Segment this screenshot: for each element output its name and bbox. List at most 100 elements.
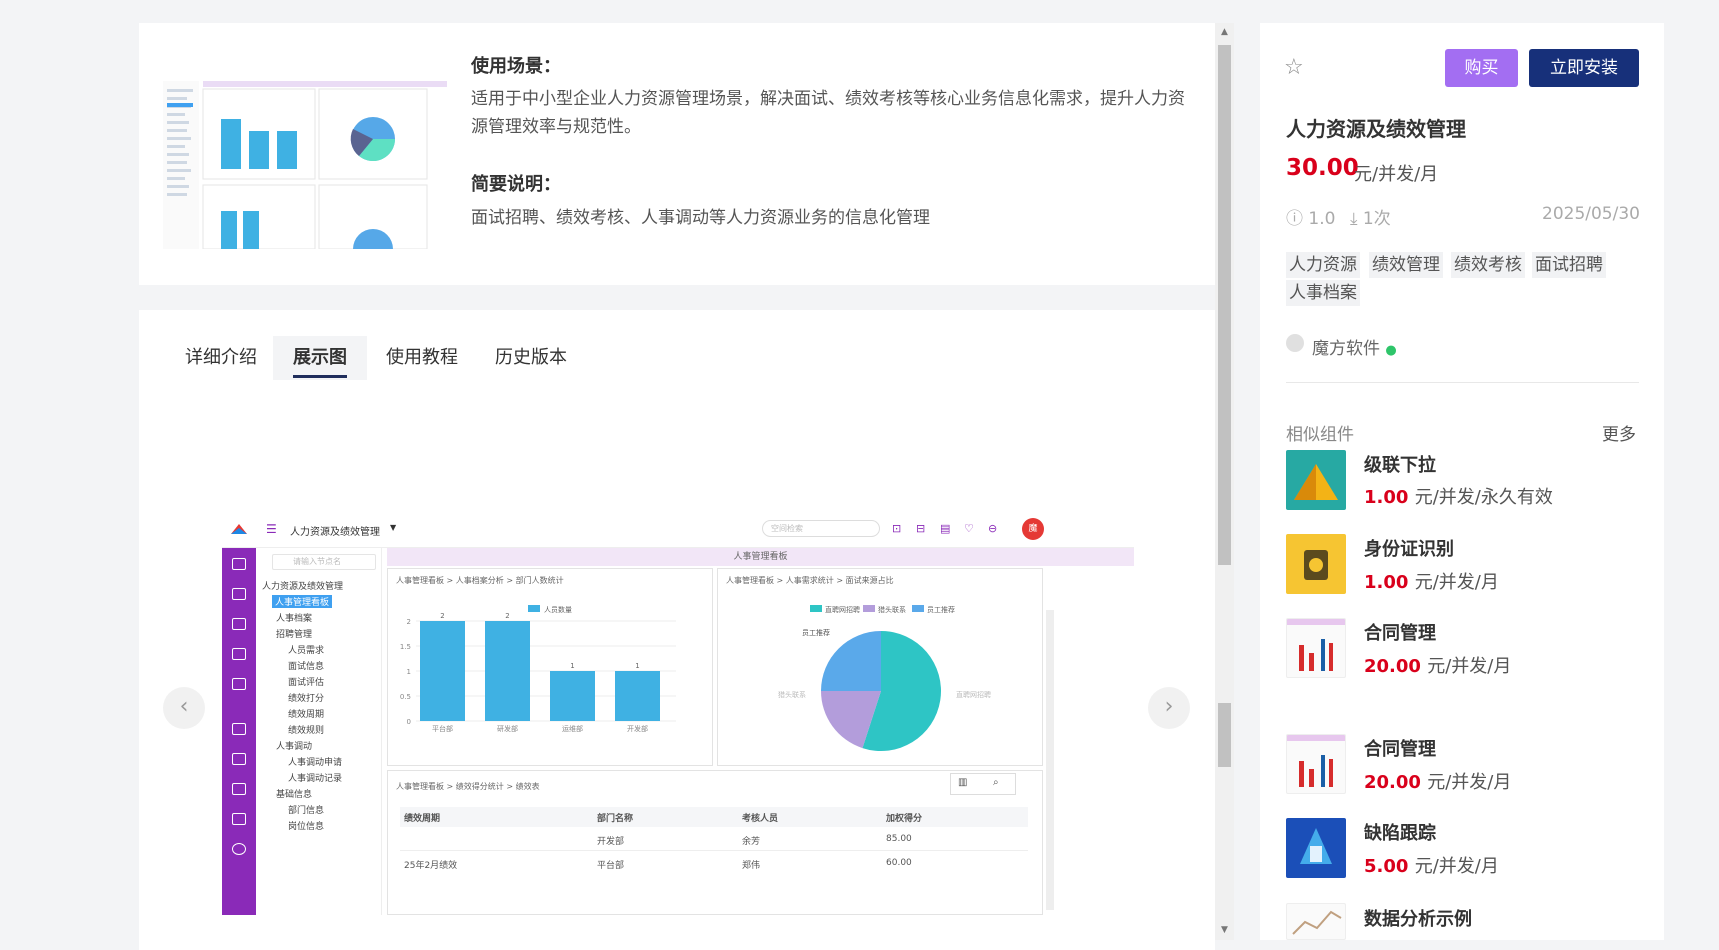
app-title-dropdown-icon[interactable]: ▼ bbox=[390, 523, 396, 532]
similar-item-name[interactable]: 合同管理 bbox=[1364, 619, 1436, 645]
tab-screenshots[interactable]: 展示图 bbox=[273, 336, 367, 380]
more-link[interactable]: 更多 bbox=[1602, 420, 1636, 445]
similar-item-thumb[interactable] bbox=[1286, 618, 1346, 678]
app-tree-panel: 请输入节点名 人力资源及绩效管理 人事管理看板 人事档案 招聘管理 人员需求 面… bbox=[256, 548, 382, 915]
favorite-star-icon[interactable]: ☆ bbox=[1284, 55, 1304, 80]
tree-node[interactable]: 人事调动申请 bbox=[288, 755, 342, 768]
header-tool-icon-2[interactable]: ⊟ bbox=[916, 522, 925, 535]
tree-node[interactable]: 基础信息 bbox=[276, 787, 312, 800]
legend-swatch bbox=[863, 605, 875, 612]
price-value: 5.00 bbox=[1364, 856, 1409, 877]
tree-node[interactable]: 部门信息 bbox=[288, 803, 324, 816]
pie-slice[interactable] bbox=[821, 631, 881, 691]
table-header-cell: 绩效周期 bbox=[404, 814, 441, 824]
product-thumbnail[interactable] bbox=[163, 81, 447, 269]
tab-history[interactable]: 历史版本 bbox=[475, 336, 587, 380]
similar-item-thumb[interactable] bbox=[1286, 534, 1346, 594]
carousel-next-button[interactable]: › bbox=[1148, 687, 1190, 729]
install-button[interactable]: 立即安装 bbox=[1529, 49, 1639, 87]
price-value: 20.00 bbox=[1364, 656, 1421, 677]
tag[interactable]: 面试招聘 bbox=[1532, 252, 1606, 278]
bar-value-label: 2 bbox=[505, 612, 509, 620]
similar-item-name[interactable]: 级联下拉 bbox=[1364, 451, 1436, 477]
table-cell: 平台部 bbox=[597, 861, 625, 871]
vendor-name[interactable]: 魔方软件 ● bbox=[1312, 334, 1397, 359]
tag[interactable]: 人事档案 bbox=[1286, 280, 1360, 306]
bar[interactable] bbox=[615, 671, 660, 721]
search-icon[interactable]: ⌕ bbox=[993, 777, 999, 788]
similar-item-thumb[interactable] bbox=[1286, 734, 1346, 794]
rail-clipboard-icon[interactable] bbox=[232, 618, 246, 630]
legend-label: 猎头联系 bbox=[878, 605, 906, 614]
similar-item-thumb[interactable] bbox=[1286, 903, 1346, 940]
tree-node[interactable]: 面试评估 bbox=[288, 675, 324, 688]
header-tool-icon-3[interactable]: ▤ bbox=[940, 522, 950, 535]
divider bbox=[1286, 382, 1639, 383]
tree-node[interactable]: 人力资源及绩效管理 bbox=[262, 579, 343, 592]
overview-card: 使用场景： 适用于中小型企业人力资源管理场景，解决面试、绩效考核等核心业务信息化… bbox=[139, 23, 1215, 285]
buy-button[interactable]: 购买 bbox=[1445, 49, 1518, 87]
similar-item-name[interactable]: 身份证识别 bbox=[1364, 535, 1454, 561]
product-price-unit: 元/并发/月 bbox=[1354, 164, 1439, 185]
rail-home-icon[interactable] bbox=[232, 558, 246, 570]
main-scrollbar-thumb[interactable] bbox=[1218, 45, 1231, 565]
y-tick-label: 0 bbox=[407, 718, 411, 726]
similar-item-price: 1.00 元/并发/永久有效 bbox=[1364, 483, 1553, 509]
app-scrollbar[interactable] bbox=[1046, 610, 1054, 910]
bar[interactable] bbox=[550, 671, 595, 721]
header-tool-icon-1[interactable]: ⊡ bbox=[892, 522, 901, 535]
tree-node[interactable]: 人事调动记录 bbox=[288, 771, 342, 784]
tree-node[interactable]: 面试信息 bbox=[288, 659, 324, 672]
rail-share-icon[interactable] bbox=[232, 813, 246, 825]
rail-flow-icon[interactable] bbox=[232, 678, 246, 690]
tag[interactable]: 绩效管理 bbox=[1369, 252, 1443, 278]
tree-node[interactable]: 绩效周期 bbox=[288, 707, 324, 720]
tree-node[interactable]: 绩效打分 bbox=[288, 691, 324, 704]
table-cell: 郑伟 bbox=[742, 861, 761, 871]
header-tool-icon-5[interactable]: ⊖ bbox=[988, 522, 997, 535]
tag[interactable]: 人力资源 bbox=[1286, 252, 1360, 278]
bar[interactable] bbox=[485, 621, 530, 721]
table-panel-breadcrumb: 人事管理看板 > 绩效得分统计 > 绩效表 bbox=[396, 782, 540, 791]
similar-item-name[interactable]: 合同管理 bbox=[1364, 735, 1436, 761]
rail-settings-icon[interactable] bbox=[232, 843, 246, 855]
tree-node[interactable]: 绩效规则 bbox=[288, 723, 324, 736]
table-row[interactable]: 25年2月绩效 平台部 郑伟 60.00 bbox=[400, 853, 1028, 875]
scroll-up-arrow[interactable]: ▲ bbox=[1218, 27, 1231, 39]
chart-view-icon[interactable]: ▥ bbox=[958, 777, 967, 788]
tree-node[interactable]: 人事调动 bbox=[276, 739, 312, 752]
table-header-cell: 加权得分 bbox=[886, 814, 923, 824]
tree-node[interactable]: 人员需求 bbox=[288, 643, 324, 656]
similar-item-name[interactable]: 数据分析示例 bbox=[1364, 905, 1472, 931]
tree-node[interactable]: 人事档案 bbox=[276, 611, 312, 624]
tag[interactable]: 绩效考核 bbox=[1451, 252, 1525, 278]
app-logo-icon bbox=[231, 524, 247, 534]
rail-screen-icon[interactable] bbox=[232, 783, 246, 795]
carousel-prev-button[interactable]: ‹ bbox=[163, 687, 205, 729]
brief-text: 面试招聘、绩效考核、人事调动等人力资源业务的信息化管理 bbox=[471, 208, 930, 228]
similar-item-name[interactable]: 缺陷跟踪 bbox=[1364, 819, 1436, 845]
scroll-down-arrow[interactable]: ▼ bbox=[1218, 925, 1231, 937]
rail-store-icon[interactable] bbox=[232, 723, 246, 735]
similar-item-thumb[interactable] bbox=[1286, 450, 1346, 510]
header-tool-icon-4[interactable]: ♡ bbox=[964, 522, 974, 535]
tab-details[interactable]: 详细介绍 bbox=[165, 336, 277, 380]
similar-item-thumb[interactable] bbox=[1286, 818, 1346, 878]
global-search-input[interactable]: 空间检索 bbox=[762, 520, 880, 537]
pie-chart-panel: 人事管理看板 > 人事需求统计 > 面试来源占比 直聘网招聘 猎头联系 员工推荐 员工… bbox=[717, 568, 1043, 766]
user-avatar[interactable]: 魔 bbox=[1022, 518, 1044, 540]
bar-value-label: 2 bbox=[440, 612, 444, 620]
tree-node-selected[interactable]: 人事管理看板 bbox=[272, 595, 333, 608]
bar[interactable] bbox=[420, 621, 465, 721]
menu-toggle-icon[interactable]: ☰ bbox=[266, 522, 277, 536]
rail-inbox-icon[interactable] bbox=[232, 588, 246, 600]
pie-label: 直聘网招聘 bbox=[956, 690, 991, 699]
table-row[interactable]: 开发部 余芳 85.00 bbox=[400, 829, 1028, 851]
tab-tutorial[interactable]: 使用教程 bbox=[366, 336, 478, 380]
tree-node[interactable]: 岗位信息 bbox=[288, 819, 324, 832]
rail-doc-icon[interactable] bbox=[232, 648, 246, 660]
rail-monitor-icon[interactable] bbox=[232, 753, 246, 765]
tree-node[interactable]: 招聘管理 bbox=[276, 627, 312, 640]
tree-search-input[interactable]: 请输入节点名 bbox=[272, 554, 376, 570]
main-scrollbar-thumb-secondary[interactable] bbox=[1218, 703, 1231, 767]
